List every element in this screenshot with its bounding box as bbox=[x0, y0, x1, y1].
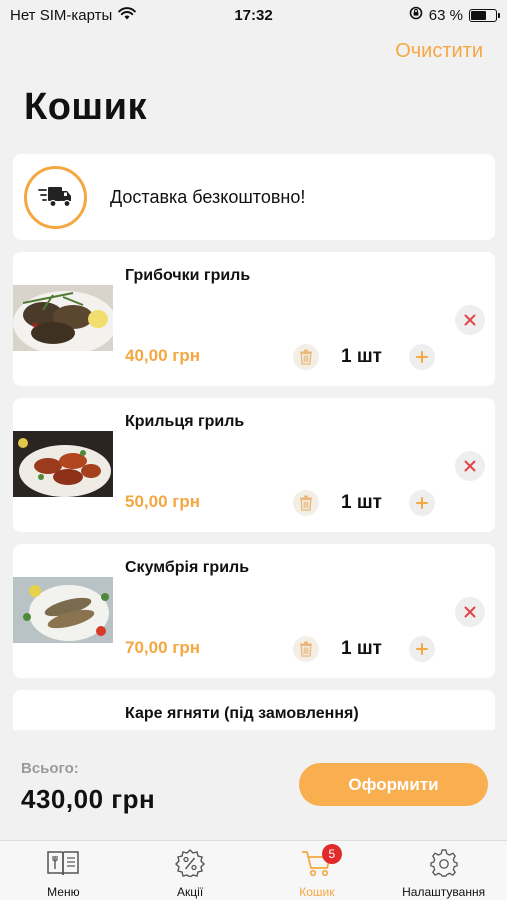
tab-promotions[interactable]: Акції bbox=[127, 841, 254, 900]
menu-book-icon bbox=[46, 849, 80, 882]
trash-icon[interactable] bbox=[293, 344, 319, 370]
cart-item: Каре ягняти (під замовлення) bbox=[13, 690, 495, 730]
item-image bbox=[13, 285, 113, 351]
carrier-text: Нет SIM-карты bbox=[10, 6, 113, 24]
plus-icon[interactable] bbox=[409, 490, 435, 516]
battery-level bbox=[471, 10, 487, 20]
cart-item: Скумбрія гриль 70,00 грн 1 шт bbox=[13, 544, 495, 678]
delivery-card: Доставка безкоштовно! bbox=[13, 154, 495, 240]
tab-label: Кошик bbox=[299, 885, 335, 899]
tab-label: Акції bbox=[177, 885, 204, 899]
item-quantity: 1 шт bbox=[341, 638, 382, 659]
item-name: Каре ягняти (під замовлення) bbox=[125, 705, 359, 722]
tab-label: Налаштування bbox=[402, 885, 486, 899]
tab-bar: Меню Акції 5 Кошик Налаштування bbox=[0, 840, 507, 900]
cart-badge: 5 bbox=[321, 844, 342, 864]
trash-icon[interactable] bbox=[293, 636, 319, 662]
tab-label: Меню bbox=[47, 885, 80, 899]
orientation-lock-icon bbox=[409, 6, 423, 24]
item-name: Скумбрія гриль bbox=[125, 559, 250, 576]
plus-icon[interactable] bbox=[409, 636, 435, 662]
item-name: Грибочки гриль bbox=[125, 267, 251, 284]
total-label: Всього: bbox=[21, 760, 79, 777]
item-image bbox=[13, 431, 113, 497]
delivery-text: Доставка безкоштовно! bbox=[110, 186, 306, 207]
item-price: 50,00 грн bbox=[125, 492, 200, 511]
cart-footer: Всього: 430,00 грн Оформити bbox=[0, 730, 507, 840]
close-icon[interactable] bbox=[455, 597, 485, 627]
cart-item: Грибочки гриль 40,00 грн 1 шт bbox=[13, 252, 495, 386]
item-price: 70,00 грн bbox=[125, 638, 200, 657]
tab-cart[interactable]: 5 Кошик bbox=[254, 841, 381, 900]
tab-settings[interactable]: Налаштування bbox=[380, 841, 507, 900]
item-quantity: 1 шт bbox=[341, 346, 382, 367]
item-image bbox=[13, 577, 113, 643]
item-price: 40,00 грн bbox=[125, 346, 200, 365]
gear-icon bbox=[429, 849, 459, 882]
clear-cart-button[interactable]: Очистити bbox=[395, 40, 483, 63]
cart-list[interactable]: Доставка безкоштовно! Грибочки гриль 40,… bbox=[13, 154, 495, 730]
item-name: Крильця гриль bbox=[125, 413, 245, 430]
discount-icon bbox=[175, 849, 206, 882]
item-quantity: 1 шт bbox=[341, 492, 382, 513]
total-value: 430,00 грн bbox=[21, 784, 156, 814]
battery-percent: 63 % bbox=[428, 6, 463, 24]
battery-icon bbox=[469, 8, 500, 22]
status-bar: Нет SIM-карты 17:32 63 % bbox=[0, 0, 507, 30]
checkout-button[interactable]: Оформити bbox=[299, 763, 488, 806]
status-left: Нет SIM-карты bbox=[10, 6, 137, 24]
delivery-truck-icon bbox=[24, 165, 87, 229]
plus-icon[interactable] bbox=[409, 344, 435, 370]
wifi-icon bbox=[118, 6, 137, 24]
tab-menu[interactable]: Меню bbox=[0, 841, 127, 900]
cart-item: Крильця гриль 50,00 грн 1 шт bbox=[13, 398, 495, 532]
close-icon[interactable] bbox=[455, 305, 485, 335]
close-icon[interactable] bbox=[455, 451, 485, 481]
page-title: Кошик bbox=[24, 86, 147, 128]
status-right: 63 % bbox=[409, 6, 500, 24]
trash-icon[interactable] bbox=[293, 490, 319, 516]
